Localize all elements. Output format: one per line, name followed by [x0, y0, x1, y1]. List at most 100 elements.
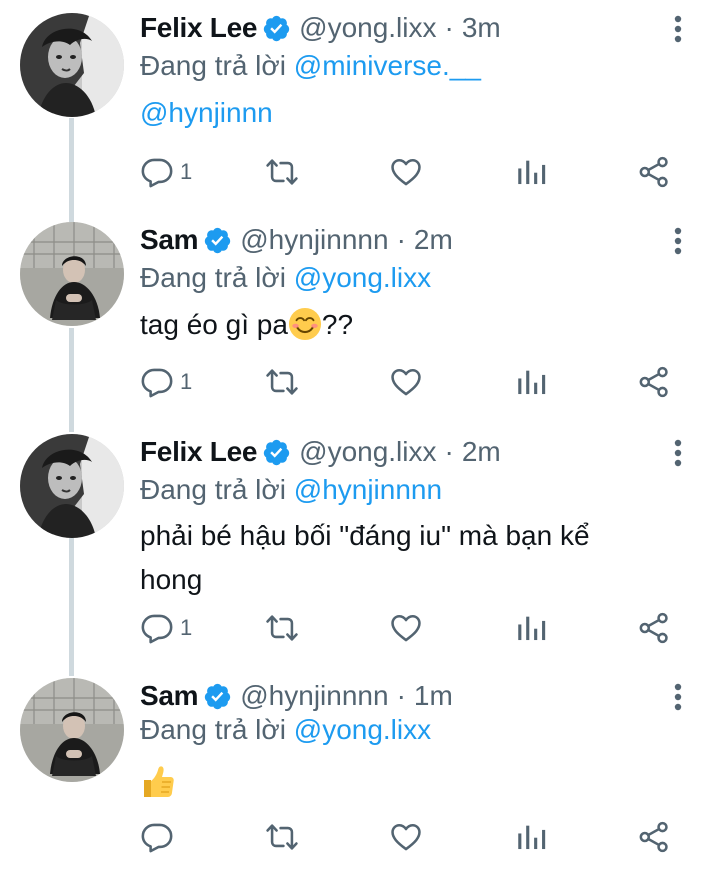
tweet-text-suffix: ??: [321, 309, 354, 340]
reply-button[interactable]: 1: [140, 608, 192, 648]
tweet[interactable]: Sam @hynjinnnn · 2m Đang trả lời @yong.l…: [0, 212, 719, 422]
tweet-header: Felix Lee @yong.lixx · 3m: [140, 10, 501, 46]
retweet-icon: [265, 365, 299, 399]
avatar[interactable]: [20, 434, 124, 538]
replying-to-label: Đang trả lời: [140, 50, 294, 81]
analytics-button[interactable]: [514, 152, 548, 192]
separator-dot: ·: [444, 12, 454, 43]
user-handle[interactable]: @yong.lixx: [299, 436, 436, 468]
analytics-icon: [514, 611, 548, 645]
retweet-button[interactable]: [265, 362, 299, 402]
timestamp[interactable]: 2m: [414, 224, 453, 256]
tweet-text: [140, 758, 680, 802]
display-name[interactable]: Felix Lee: [140, 436, 257, 468]
like-icon: [389, 611, 423, 645]
tweet[interactable]: Sam @hynjinnnn · 1m Đang trả lời @yong.l…: [0, 670, 719, 870]
separator-dot: ·: [444, 436, 454, 467]
replying-to-mention[interactable]: @yong.lixx: [294, 262, 431, 293]
replying-to: Đang trả lời @hynjinnnn: [140, 474, 442, 506]
tweet-header: Felix Lee @yong.lixx · 2m: [140, 434, 501, 470]
display-name[interactable]: Felix Lee: [140, 12, 257, 44]
retweet-button[interactable]: [265, 817, 299, 857]
timestamp[interactable]: 1m: [414, 680, 453, 712]
share-icon: [637, 365, 671, 399]
replying-to-mention[interactable]: @miniverse.__: [294, 50, 481, 81]
reply-count: 1: [180, 159, 193, 184]
analytics-icon: [514, 155, 548, 189]
user-handle[interactable]: @hynjinnnn: [240, 680, 388, 712]
body-mention[interactable]: @hynjinnn: [140, 97, 273, 128]
reply-icon: [140, 611, 174, 645]
tweet-header: Sam @hynjinnnn · 2m: [140, 222, 453, 258]
avatar[interactable]: [20, 678, 124, 782]
verified-badge-icon: [262, 438, 291, 467]
sam-avatar-image: [20, 678, 124, 782]
action-bar: 1: [0, 608, 719, 648]
user-handle[interactable]: @hynjinnnn: [240, 224, 388, 256]
retweet-icon: [265, 155, 299, 189]
share-button[interactable]: [637, 152, 671, 192]
avatar[interactable]: [20, 222, 124, 326]
reply-icon: [140, 365, 174, 399]
more-vertical-icon[interactable]: [668, 14, 688, 44]
share-icon: [637, 820, 671, 854]
retweet-button[interactable]: [265, 152, 299, 192]
display-name[interactable]: Sam: [140, 680, 199, 712]
like-icon: [389, 155, 423, 189]
tweet-text: phải bé hậu bối "đáng iu" mà bạn kể hong: [140, 514, 650, 602]
share-icon: [637, 155, 671, 189]
thumbs-up-emoji: [144, 765, 174, 797]
analytics-button[interactable]: [514, 362, 548, 402]
timestamp[interactable]: 3m: [462, 12, 501, 44]
like-button[interactable]: [389, 608, 423, 648]
share-button[interactable]: [637, 817, 671, 857]
analytics-button[interactable]: [514, 817, 548, 857]
reply-button[interactable]: 1: [140, 152, 192, 192]
reply-button[interactable]: [140, 817, 180, 857]
share-button[interactable]: [637, 608, 671, 648]
tweet-text: @hynjinnn: [140, 91, 680, 135]
analytics-button[interactable]: [514, 608, 548, 648]
tweet-text-content: tag éo gì pa: [140, 309, 288, 340]
replying-to-label: Đang trả lời: [140, 474, 294, 505]
user-handle[interactable]: @yong.lixx: [299, 12, 436, 44]
replying-to-mention[interactable]: @yong.lixx: [294, 714, 431, 745]
action-bar: 1: [0, 362, 719, 402]
share-button[interactable]: [637, 362, 671, 402]
like-button[interactable]: [389, 817, 423, 857]
like-button[interactable]: [389, 152, 423, 192]
tweet[interactable]: Felix Lee @yong.lixx · 2m Đang trả lời @…: [0, 424, 719, 670]
replying-to: Đang trả lời @yong.lixx: [140, 262, 431, 294]
replying-to-label: Đang trả lời: [140, 262, 294, 293]
verified-badge-icon: [203, 226, 232, 255]
verified-badge-icon: [203, 682, 232, 711]
like-button[interactable]: [389, 362, 423, 402]
like-icon: [389, 365, 423, 399]
separator-dot: ·: [396, 224, 406, 255]
felix-avatar-image: [20, 434, 124, 538]
more-vertical-icon[interactable]: [668, 226, 688, 256]
retweet-icon: [265, 820, 299, 854]
more-vertical-icon[interactable]: [668, 438, 688, 468]
tweet-text-content: phải bé hậu bối "đáng iu" mà bạn kể hong: [140, 520, 590, 595]
retweet-button[interactable]: [265, 608, 299, 648]
analytics-icon: [514, 820, 548, 854]
more-vertical-icon[interactable]: [668, 682, 688, 712]
replying-to: Đang trả lời @yong.lixx: [140, 714, 431, 746]
action-bar: 1: [0, 152, 719, 192]
display-name[interactable]: Sam: [140, 224, 199, 256]
reply-button[interactable]: 1: [140, 362, 192, 402]
verified-badge-icon: [262, 14, 291, 43]
replying-to-mention[interactable]: @hynjinnnn: [294, 474, 442, 505]
like-icon: [389, 820, 423, 854]
felix-avatar-image: [20, 13, 124, 117]
reply-count: 1: [180, 615, 193, 640]
share-icon: [637, 611, 671, 645]
tweet[interactable]: Felix Lee @yong.lixx · 3m Đang trả lời @…: [0, 0, 719, 210]
analytics-icon: [514, 365, 548, 399]
reply-icon: [140, 820, 174, 854]
avatar[interactable]: [20, 13, 124, 117]
replying-to-label: Đang trả lời: [140, 714, 294, 745]
reply-count: 1: [180, 369, 193, 394]
timestamp[interactable]: 2m: [462, 436, 501, 468]
